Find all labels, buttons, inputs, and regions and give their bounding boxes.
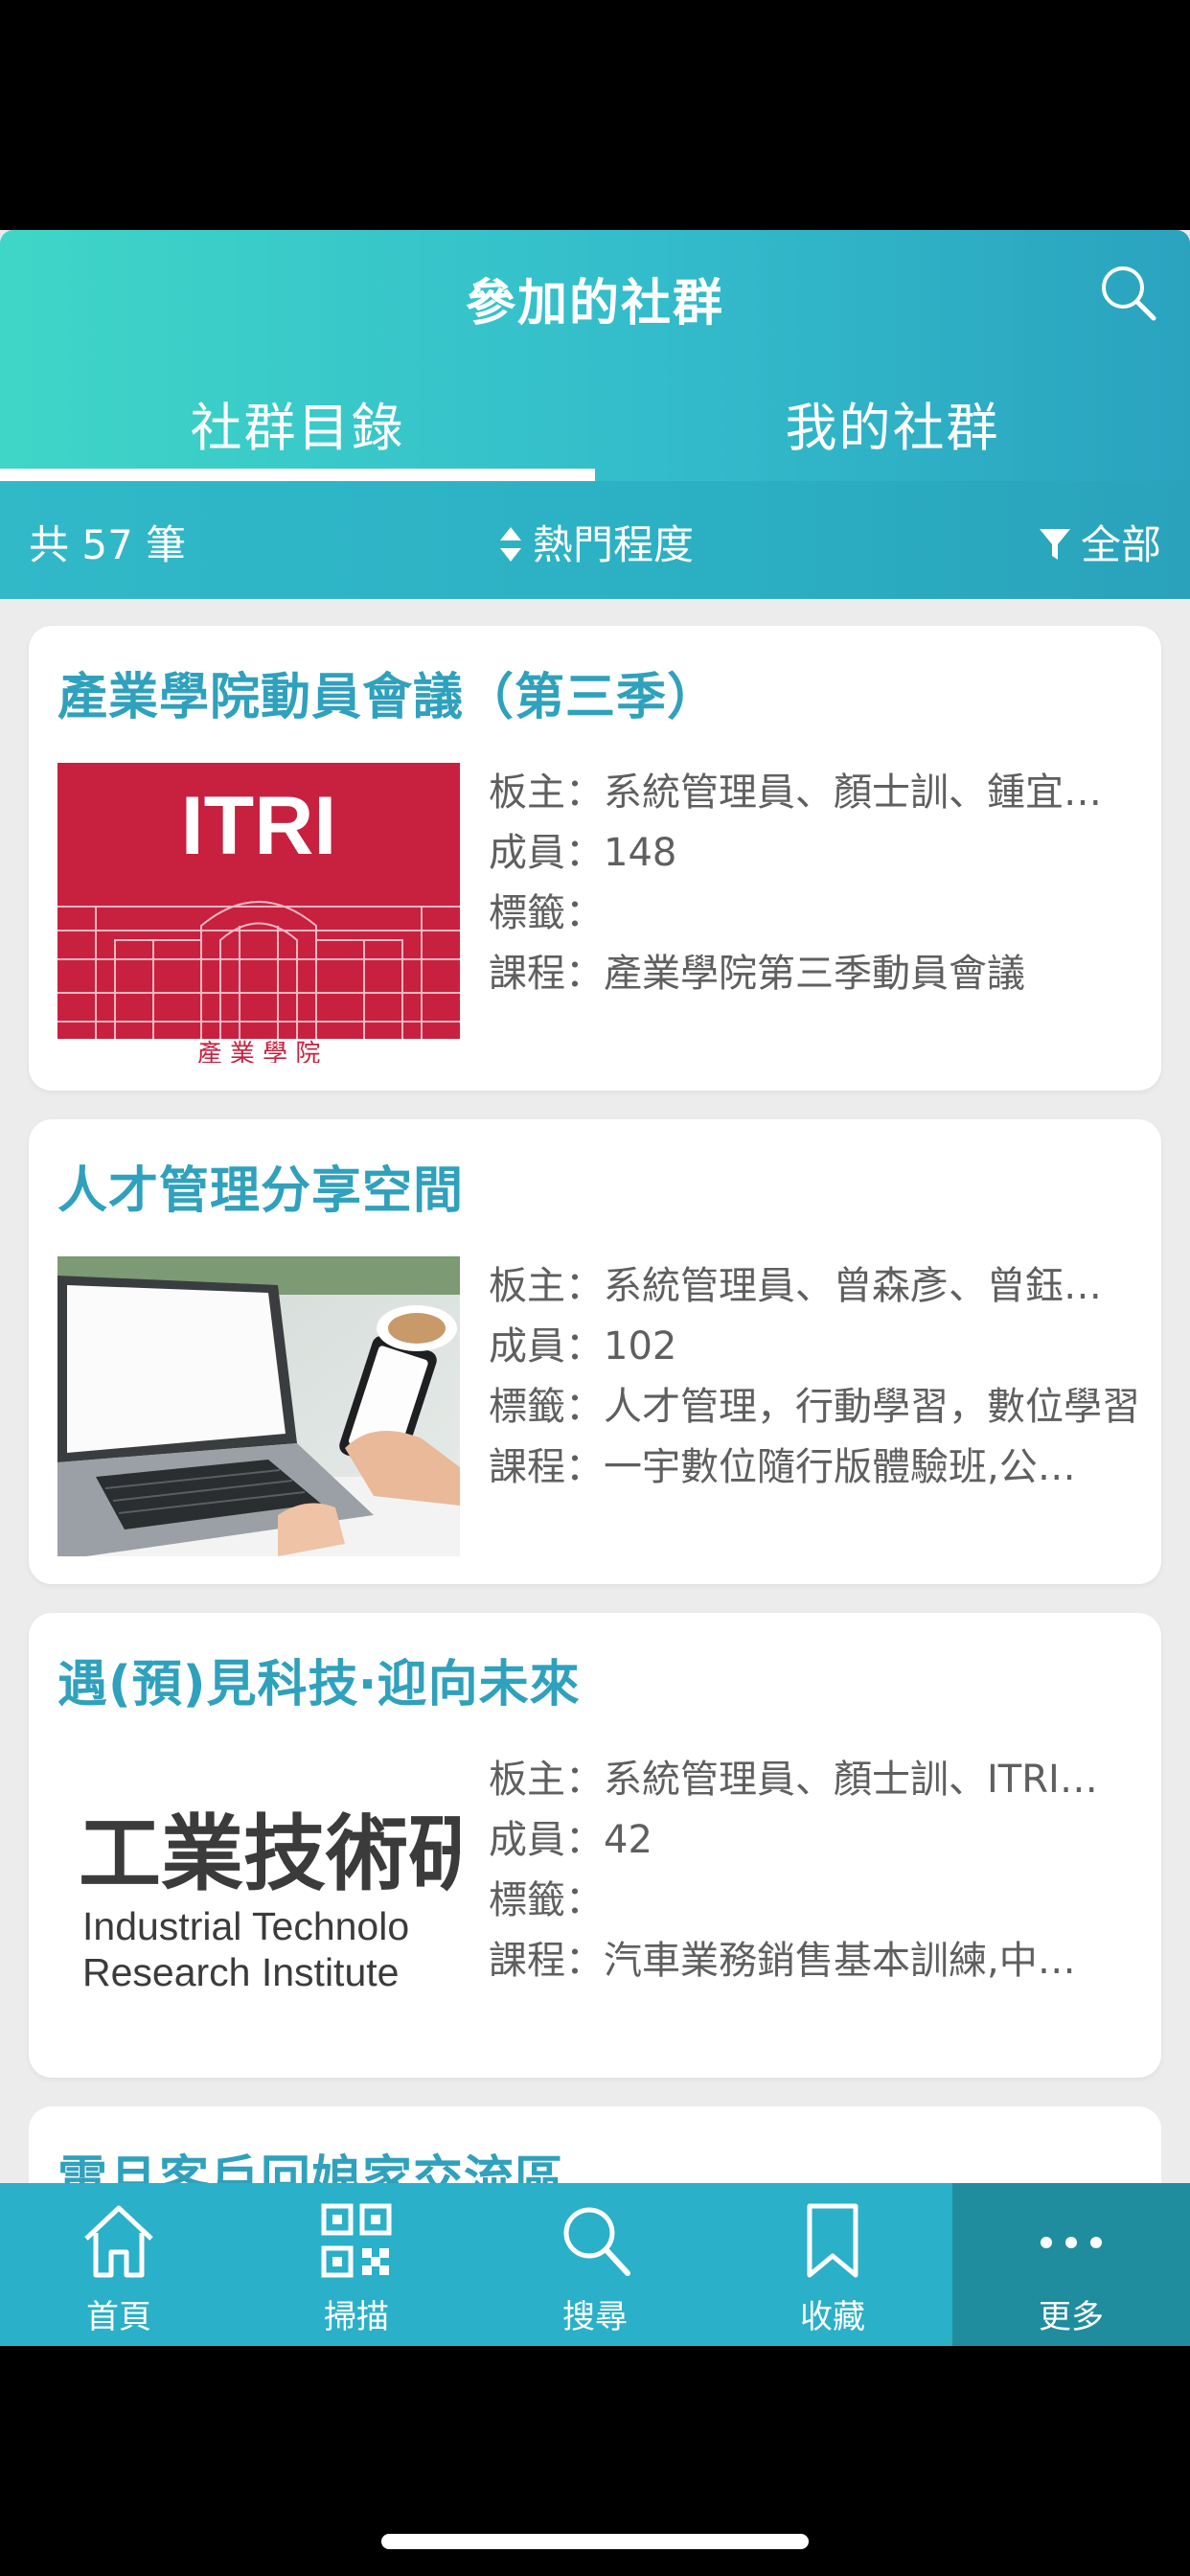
courses-value: 產業學院第三季動員會議 xyxy=(604,952,1025,996)
itri-logo-subtext: 產 業 學 院 xyxy=(197,1040,321,1063)
owner-value: 系統管理員、顏士訓、ITRI… xyxy=(604,1758,1098,1802)
app-screen: 參加的社群 社群目錄 我的社群 共 57 筆 熱門程度 全部 產業學院動員會議（… xyxy=(0,230,1190,2346)
filter-icon xyxy=(1039,528,1070,560)
community-image-institute: 工業技術研 Industrial Technolo Research Insti… xyxy=(57,1750,460,2050)
courses-value: 一宇數位隨行版體驗班,公… xyxy=(604,1445,1076,1489)
bookmark-icon xyxy=(807,2203,858,2278)
members-value: 102 xyxy=(604,1324,677,1368)
owner-value: 系統管理員、曾森彥、曾鈺… xyxy=(604,1264,1102,1308)
tab-my-communities[interactable]: 我的社群 xyxy=(595,385,1190,461)
owner-value: 系統管理員、顏士訓、鍾宜… xyxy=(604,770,1102,815)
tab-more[interactable]: 更多 xyxy=(952,2183,1190,2346)
community-title: 產業學院動員會議（第三季） xyxy=(57,669,719,726)
community-image-itri: ITRI 產 業 學 院 xyxy=(57,763,460,1063)
tab-favorites[interactable]: 收藏 xyxy=(714,2183,951,2346)
community-image-laptop xyxy=(57,1256,460,1556)
institute-logo-line1: 工業技術研 xyxy=(79,1806,460,1902)
courses-value: 汽車業務銷售基本訓練,中… xyxy=(604,1939,1076,1983)
sort-icon xyxy=(500,526,521,562)
tab-scan-label: 掃描 xyxy=(324,2298,389,2336)
home-indicator[interactable] xyxy=(381,2534,809,2549)
community-info: 板主： 系統管理員、顏士訓、ITRI… 成員： 42 標籤： 課程： 汽車業務銷售基本… xyxy=(489,1750,1140,1991)
result-count: 共 57 筆 xyxy=(29,521,187,568)
qr-code-icon xyxy=(321,2203,392,2278)
page-title: 參加的社群 xyxy=(465,275,724,333)
tab-more-label: 更多 xyxy=(1039,2298,1104,2336)
institute-logo-line3: Research Institute xyxy=(82,1950,399,1994)
tab-favorites-label: 收藏 xyxy=(800,2298,865,2336)
bottom-tab-bar: 首頁 掃描 搜尋 收藏 更多 xyxy=(0,2183,1190,2346)
filter-bar: 共 57 筆 熱門程度 全部 xyxy=(0,481,1190,599)
tags-value xyxy=(604,1871,1140,1931)
sort-label: 熱門程度 xyxy=(533,521,695,568)
community-info: 板主： 系統管理員、顏士訓、鍾宜… 成員： 148 標籤： 課程： 產業學院第三季動員… xyxy=(489,763,1140,1004)
community-card[interactable]: 遇(預)見科技‧迎向未來 工業技術研 Industrial Technolo R… xyxy=(29,1613,1161,2078)
filter-button[interactable]: 全部 xyxy=(1039,513,1161,571)
tags-value: 人才管理，行動學習，數位學習 xyxy=(604,1385,1140,1429)
community-info: 板主： 系統管理員、曾森彥、曾鈺… 成員： 102 標籤： 人才管理，行動學習，數位學… xyxy=(489,1256,1140,1498)
tab-search[interactable]: 搜尋 xyxy=(476,2183,714,2346)
institute-logo-line2: Industrial Technolo xyxy=(82,1904,409,1948)
tab-community-directory[interactable]: 社群目錄 xyxy=(0,385,595,461)
active-tab-indicator xyxy=(0,469,595,481)
tab-scan[interactable]: 掃描 xyxy=(238,2183,475,2346)
search-icon xyxy=(563,2207,630,2276)
itri-logo-text: ITRI xyxy=(181,780,336,872)
home-icon xyxy=(84,2205,153,2278)
tab-search-label: 搜尋 xyxy=(562,2298,628,2336)
tab-home[interactable]: 首頁 xyxy=(0,2183,238,2346)
more-icon xyxy=(1041,2237,1102,2248)
community-card[interactable]: 人才管理分享空間 板主： 系統管理員、曾森彥、曾鈺… 成員： 102 標籤： 人… xyxy=(29,1119,1161,1584)
community-title: 遇(預)見科技‧迎向未來 xyxy=(57,1656,581,1714)
members-value: 148 xyxy=(604,831,677,875)
header: 參加的社群 社群目錄 我的社群 共 57 筆 熱門程度 全部 xyxy=(0,230,1190,599)
tags-value xyxy=(604,884,1140,944)
search-icon xyxy=(1102,266,1156,321)
search-button[interactable] xyxy=(1094,259,1163,328)
sort-button[interactable]: 熱門程度 xyxy=(498,513,694,571)
tab-home-label: 首頁 xyxy=(86,2298,151,2336)
members-value: 42 xyxy=(604,1818,652,1862)
community-card[interactable]: 產業學院動員會議（第三季） ITRI 產 業 學 院 板主： 系統管理員、顏士訓… xyxy=(29,626,1161,1091)
community-title: 人才管理分享空間 xyxy=(57,1162,465,1220)
filter-label: 全部 xyxy=(1080,521,1161,568)
